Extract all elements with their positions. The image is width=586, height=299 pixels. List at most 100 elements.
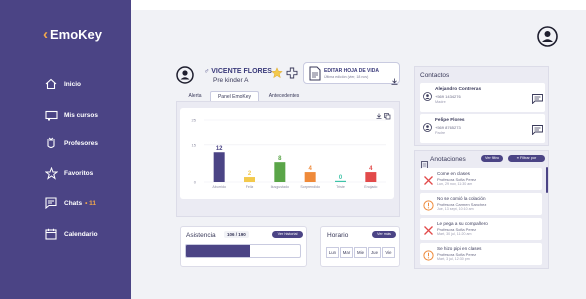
sidebar-item-label: Mis cursos (64, 111, 98, 119)
note-item[interactable]: Come en clases Profesora Sofia Perez Lun… (420, 168, 542, 190)
sidebar-item-label: Favoritos (64, 169, 94, 177)
sidebar-item-label: Profesores (64, 139, 98, 147)
contacts-title: Contactos (420, 72, 450, 79)
note-date: Mart, 30 jul, 11:20 am (437, 232, 472, 236)
sidebar-item-favoritos[interactable]: Favoritos (44, 166, 94, 180)
category-label: Aburrido (212, 185, 226, 189)
bar[interactable] (304, 172, 316, 182)
sidebar-item-mis-cursos[interactable]: Mis cursos (44, 109, 98, 121)
brand-logo[interactable]: ‹ EmoKey (43, 26, 102, 43)
bar[interactable] (365, 172, 377, 182)
contact-name: Felipe Flores (435, 118, 465, 123)
contact-item: Alejandro Contreras +569 1434276 Madre (420, 83, 545, 112)
chat-icon (44, 197, 58, 209)
y-tick-label: 25 (192, 118, 197, 123)
download-chart-icon[interactable] (376, 113, 382, 120)
message-icon[interactable] (532, 91, 543, 109)
notes-scrollbar[interactable] (546, 167, 548, 193)
bar[interactable] (244, 177, 255, 182)
note-title: Le pega a su compañero (437, 221, 488, 226)
attendance-title: Asistencia (186, 232, 216, 239)
notes-title: Anotaciones (430, 156, 466, 163)
attendance-progress-bar (185, 244, 301, 258)
category-label: Feliz (246, 185, 254, 189)
teacher-icon (44, 137, 58, 149)
schedule-title: Horario (327, 232, 349, 239)
attendance-progress-fill (186, 245, 250, 257)
day-mie[interactable]: Mie (354, 247, 367, 258)
edit-record-title: EDITAR HOJA DE VIDA (324, 68, 380, 74)
chats-unread-badge: • 11 (85, 199, 97, 207)
day-mar[interactable]: Mar (340, 247, 353, 258)
day-jue[interactable]: Jue (368, 247, 381, 258)
category-label: Ilusgustado (271, 185, 289, 189)
warning-icon (423, 198, 434, 216)
close-x-icon (423, 223, 434, 241)
calendar-icon (44, 228, 58, 240)
bar[interactable] (213, 152, 225, 182)
contact-avatar-icon (423, 88, 432, 106)
note-title: No se comió la colación (437, 196, 486, 201)
expand-chart-icon[interactable] (384, 113, 391, 120)
brand-chevron: ‹ (43, 26, 48, 43)
bar-value-label: 2 (248, 171, 252, 177)
contacts-panel: Contactos Alejandro Contreras +569 14342… (414, 66, 549, 146)
filter-by-button[interactable]: ≡ Filtrar por (508, 155, 545, 162)
filter-by-label: Filtrar por (520, 156, 537, 160)
student-avatar (176, 66, 194, 84)
detail-tabs: Alerta Panel EmoKey Antecedentes (180, 91, 309, 101)
attendance-card: Asistencia 106 / 190 Ver historial (180, 226, 307, 267)
download-icon[interactable] (391, 72, 398, 90)
sidebar: ‹ EmoKey Inicio Mis cursos Profesores Fa… (0, 0, 131, 299)
category-label: Triste (336, 185, 345, 189)
contact-phone: +569 1434276 (435, 94, 461, 99)
note-date: Jue, 13 sept, 10:10 am (437, 207, 474, 211)
message-icon[interactable] (532, 122, 543, 140)
bar[interactable] (335, 180, 346, 182)
contact-name: Alejandro Contreras (435, 87, 482, 92)
edit-record-button[interactable]: EDITAR HOJA DE VIDA Última edición (vier… (303, 62, 400, 85)
sidebar-item-calendario[interactable]: Calendario (44, 228, 98, 240)
sidebar-item-chats[interactable]: Chats • 11 (44, 197, 96, 209)
emotion-bar-chart: 25 15 0 12 Aburrido 2 Feliz 8 Ilusgustado 4 Sorpre… (192, 113, 391, 189)
user-profile-button[interactable] (537, 26, 558, 47)
student-class: Pre kinder A (213, 77, 249, 84)
edit-record-subtitle: Última edición (vier, 18 nov) (324, 75, 369, 79)
sidebar-item-label: Chats (64, 199, 83, 207)
day-vie[interactable]: Vie (382, 247, 395, 258)
sidebar-item-inicio[interactable]: Inicio (44, 78, 81, 90)
note-item[interactable]: Le pega a su compañero Profesora Sofia P… (420, 218, 542, 240)
bar[interactable] (274, 162, 286, 182)
view-more-button[interactable]: Ver más (372, 231, 396, 238)
favorite-star-icon[interactable] (271, 66, 283, 84)
board-icon (44, 109, 58, 121)
bar-value-label: 8 (278, 156, 282, 162)
brand-name: EmoKey (50, 27, 103, 42)
view-filter-button[interactable]: Ver filtro (481, 155, 503, 162)
sidebar-item-label: Inicio (64, 80, 81, 88)
tab-antecedentes[interactable]: Antecedentes (259, 91, 309, 101)
schedule-card: Horario Ver más Lun Mar Mie Jue Vie (320, 226, 400, 267)
add-icon[interactable] (286, 66, 298, 84)
close-x-icon (423, 173, 434, 191)
notes-panel: Anotaciones Ver filtro ≡ Filtrar por Com… (414, 150, 549, 269)
tab-alerta[interactable]: Alerta (180, 91, 210, 101)
note-item[interactable]: No se comió la colación Profesora Carmen… (420, 193, 542, 215)
contact-role: Madre (435, 100, 446, 104)
category-label: Sorprendido (300, 185, 320, 189)
contact-phone: +569 8765273 (435, 125, 461, 130)
note-title: Come en clases (437, 171, 470, 176)
note-title: Se hizo pipi en clases (437, 246, 482, 251)
view-history-button[interactable]: Ver historial (272, 231, 303, 238)
student-name: ♂ VICENTE FLORES (204, 68, 272, 75)
note-date: Lun, 29 nov, 11:30 am (437, 182, 473, 186)
day-lun[interactable]: Lun (326, 247, 339, 258)
bar-value-label: 4 (308, 166, 312, 172)
home-icon (44, 78, 58, 90)
emotion-chart-card: 25 15 0 12 Aburrido 2 Feliz 8 Ilusgustado 4 Sorpre… (180, 108, 394, 199)
sidebar-item-profesores[interactable]: Profesores (44, 137, 98, 149)
bar-value-label: 0 (339, 175, 343, 181)
warning-icon (423, 248, 434, 266)
tab-panel-emokey[interactable]: Panel EmoKey (210, 91, 259, 101)
note-item[interactable]: Se hizo pipi en clases Profesora Sofia P… (420, 243, 542, 265)
